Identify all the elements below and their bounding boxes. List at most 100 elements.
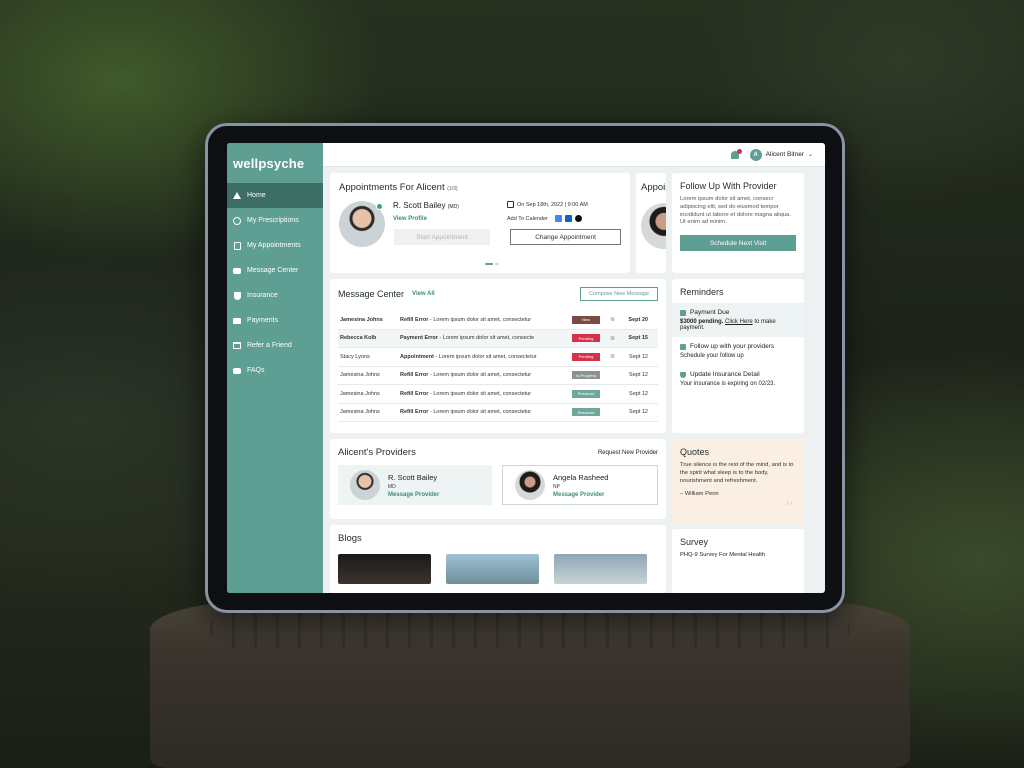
table-row[interactable]: Jamesina Johns Refill Error - Lorem ipsum… (338, 311, 658, 330)
survey-title: Survey (680, 537, 709, 547)
message-sender: Jamesina Johns (340, 372, 380, 379)
reminder-payment: Payment Due $3000 pending. Click Here to… (672, 303, 804, 337)
table-row[interactable]: Jamesina Johns Refill Error - Lorem ipsum… (338, 367, 658, 385)
status-badge: Resolved (572, 408, 600, 417)
eye-icon[interactable]: ≋ (610, 353, 617, 360)
sidebar-item-label: Insurance (247, 292, 278, 299)
carousel-dots[interactable] (485, 263, 499, 265)
quote-text: True silence is the rest of the mind, an… (680, 462, 794, 484)
sidebar-item-appointments[interactable]: My Appointments (227, 233, 323, 258)
message-date: Sept 12 (629, 353, 648, 360)
status-badge: Pending (572, 334, 600, 343)
appointment-icon (233, 241, 241, 250)
eye-icon[interactable]: ≋ (610, 335, 617, 342)
provider-avatar (515, 470, 545, 500)
quote-mark-icon: ” (784, 498, 794, 519)
start-appointment-button[interactable]: Start Appointment (394, 229, 491, 245)
sidebar-item-label: Home (247, 192, 266, 199)
next-appointment-card-peek[interactable]: Appoin (636, 173, 666, 273)
chevron-down-icon: ⌄ (807, 152, 813, 158)
message-sender: Jamesina Johns (340, 316, 383, 323)
app-screen: wellpsyche Home My Prescriptions My Appo… (227, 143, 825, 593)
provider-title: MD (388, 483, 396, 490)
message-provider-link[interactable]: Message Provider (388, 492, 439, 498)
status-badge: Pending (572, 352, 600, 361)
click-here-link[interactable]: Click Here (725, 319, 753, 325)
sidebar-item-message-center[interactable]: Message Center (227, 258, 323, 283)
table-row[interactable]: Jamesina Johns Refill Error - Lorem ipsum… (338, 404, 658, 422)
message-subject: Refill Error - Lorem ipsum dolor sit ame… (400, 372, 532, 379)
reminder-insurance: Update Insurance Detail Your insurance i… (672, 365, 804, 393)
change-appointment-button[interactable]: Change Appointment (510, 229, 621, 245)
appointments-carousel: Appointments For Alicent (1/3) R. Scott … (330, 173, 666, 273)
compose-message-button[interactable]: Compose New Message (580, 287, 658, 301)
sidebar-item-home[interactable]: Home (227, 183, 323, 208)
gift-icon (233, 342, 241, 350)
tree-stump-background (150, 600, 910, 768)
table-row[interactable]: Jamesina Johns Refill Error - Lorem ipsum… (338, 385, 658, 404)
schedule-next-visit-button[interactable]: Schedule Next Visit (680, 235, 796, 252)
appointment-date: On Sep 18th, 2022 | 9:00 AM (507, 201, 588, 208)
wallet-icon (680, 309, 686, 316)
table-row[interactable]: Stacy Lyons Appointment - Lorem ipsum dol… (338, 348, 658, 367)
sidebar-item-label: FAQs (247, 367, 265, 374)
survey-card: Survey PHQ-9 Survey For Mental Health (672, 529, 804, 593)
message-center-card: Message Center View All Compose New Mess… (330, 279, 666, 433)
calendar-icon (507, 201, 514, 208)
view-profile-link[interactable]: View Profile (393, 216, 499, 222)
message-sender: Rebecca Kolb (340, 335, 377, 342)
user-menu[interactable]: A Alicent Bitner ⌄ (749, 148, 813, 161)
peek-title: Appoin (641, 182, 666, 193)
sidebar-item-refer[interactable]: Refer a Friend (227, 333, 323, 358)
blog-thumbnail[interactable] (446, 554, 539, 584)
sidebar-item-label: Payments (247, 317, 279, 324)
message-subject: Refill Error - Lorem ipsum dolor sit ame… (400, 390, 532, 397)
apple-icon[interactable] (574, 215, 582, 222)
provider-name: R. Scott Bailey (388, 472, 438, 482)
notification-bell-icon[interactable] (730, 148, 742, 160)
sidebar-item-insurance[interactable]: Insurance (227, 283, 323, 308)
eye-icon[interactable]: ≋ (610, 316, 617, 323)
quotes-title: Quotes (680, 447, 710, 457)
blog-thumbnail[interactable] (338, 554, 431, 584)
provider-item[interactable]: Angela Rasheed NP Message Provider (502, 465, 658, 505)
request-provider-link[interactable]: Request New Provider (598, 450, 658, 456)
sidebar-item-label: Message Center (247, 267, 299, 274)
doctor-photo (641, 203, 666, 249)
message-subject: Payment Error - Lorem ipsum dolor sit am… (400, 335, 535, 342)
survey-item[interactable]: PHQ-9 Survey For Mental Health (680, 552, 796, 560)
top-bar: A Alicent Bitner ⌄ (323, 143, 825, 167)
sidebar-item-label: My Appointments (247, 242, 301, 249)
message-date: Sept 12 (629, 409, 648, 416)
view-all-link[interactable]: View All (412, 291, 435, 297)
message-sender: Jamesina Johns (340, 409, 380, 416)
sidebar-item-payments[interactable]: Payments (227, 308, 323, 333)
online-status-dot (376, 203, 383, 210)
sidebar-item-prescriptions[interactable]: My Prescriptions (227, 208, 323, 233)
message-subject: Appointment - Lorem ipsum dolor sit amet… (400, 353, 537, 360)
provider-item[interactable]: R. Scott Bailey MD Message Provider (338, 465, 492, 505)
follow-up-text: Lorem ipsum dolor sit amet, consecr adip… (680, 196, 791, 226)
message-icon (233, 267, 241, 275)
main-area: A Alicent Bitner ⌄ Appointments For Alic… (323, 143, 825, 593)
sidebar: wellpsyche Home My Prescriptions My Appo… (227, 143, 323, 593)
provider-avatar (350, 470, 380, 500)
message-sender: Stacy Lyons (340, 353, 370, 360)
appointment-card: Appointments For Alicent (1/3) R. Scott … (330, 173, 630, 273)
provider-title: NP (553, 483, 560, 490)
google-calendar-icon[interactable] (554, 215, 562, 222)
message-date: Sept 12 (629, 390, 648, 397)
follow-up-card: Follow Up With Provider Lorem ipsum dolo… (672, 173, 804, 273)
quote-author: – William Penn (680, 491, 719, 498)
blog-thumbnail[interactable] (554, 554, 647, 584)
appointments-title: Appointments For Alicent (1/3) (339, 182, 458, 193)
wallet-icon (233, 317, 241, 325)
message-list: Jamesina Johns Refill Error - Lorem ipsum… (338, 311, 658, 422)
table-row[interactable]: Rebecca Kolb Payment Error - Lorem ipsum … (338, 329, 658, 348)
app-logo[interactable]: wellpsyche (227, 143, 323, 183)
outlook-icon[interactable] (564, 215, 572, 222)
reminder-followup: Follow up with your providers Schedule y… (672, 337, 804, 365)
message-provider-link[interactable]: Message Provider (553, 492, 608, 498)
blogs-title: Blogs (338, 533, 362, 544)
sidebar-item-faqs[interactable]: FAQs (227, 358, 323, 383)
